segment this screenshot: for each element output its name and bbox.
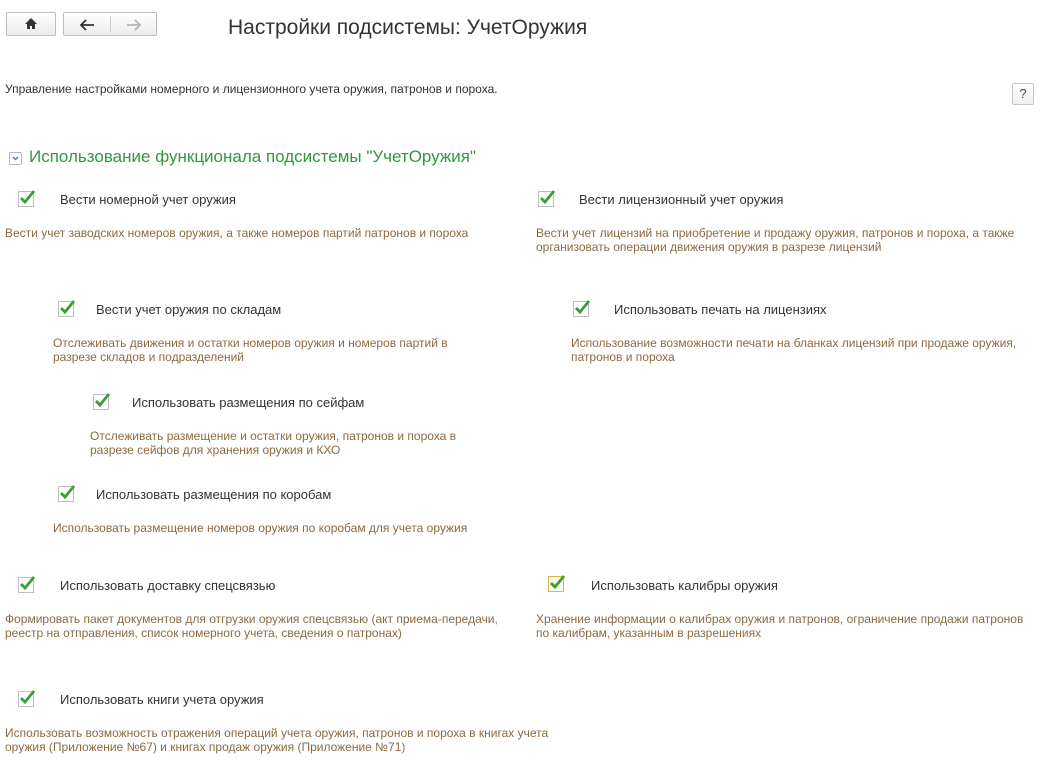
boxes-placement-checkbox[interactable] bbox=[58, 485, 76, 502]
warehouse-tracking-hint: Отслеживать движения и остатки номеров о… bbox=[53, 336, 448, 364]
calibers-hint: Хранение информации о калибрах оружия и … bbox=[536, 612, 1024, 640]
special-delivery-hint: Формировать пакет документов для отгрузк… bbox=[5, 612, 498, 640]
license-tracking-label[interactable]: Вести лицензионный учет оружия bbox=[579, 192, 783, 207]
checkmark-icon bbox=[20, 576, 36, 591]
boxes-placement-hint: Использовать размещение номеров оружия п… bbox=[53, 521, 468, 535]
serial-tracking-hint: Вести учет заводских номеров оружия, а т… bbox=[5, 226, 469, 240]
license-print-label[interactable]: Использовать печать на лицензиях bbox=[614, 302, 827, 317]
checkmark-icon bbox=[575, 300, 591, 315]
checkmark-icon bbox=[95, 393, 111, 408]
calibers-label[interactable]: Использовать калибры оружия bbox=[591, 578, 778, 593]
forward-button[interactable] bbox=[111, 13, 157, 35]
safes-placement-checkbox[interactable] bbox=[93, 393, 111, 410]
checkmark-icon bbox=[60, 485, 76, 500]
checkmark-icon bbox=[60, 300, 76, 315]
help-button[interactable]: ? bbox=[1012, 83, 1034, 105]
checkmark-icon bbox=[550, 575, 566, 590]
serial-tracking-checkbox[interactable] bbox=[18, 190, 36, 207]
weapon-books-hint: Использовать возможность отражения опера… bbox=[5, 726, 549, 754]
license-tracking-checkbox[interactable] bbox=[538, 190, 556, 207]
group-title: Использование функционала подсистемы "Уч… bbox=[29, 147, 476, 166]
weapon-books-checkbox[interactable] bbox=[18, 690, 36, 707]
weapon-books-label[interactable]: Использовать книги учета оружия bbox=[60, 692, 264, 707]
safes-placement-label[interactable]: Использовать размещения по сейфам bbox=[132, 395, 364, 410]
checkmark-icon bbox=[20, 190, 36, 205]
page-title: Настройки подсистемы: УчетОружия bbox=[228, 16, 588, 39]
special-delivery-label[interactable]: Использовать доставку спецсвязью bbox=[60, 578, 275, 593]
warehouse-tracking-checkbox[interactable] bbox=[58, 300, 76, 317]
page-description: Управление настройками номерного и лицен… bbox=[5, 82, 498, 96]
license-tracking-hint: Вести учет лицензий на приобретение и пр… bbox=[536, 226, 1015, 254]
serial-tracking-label[interactable]: Вести номерной учет оружия bbox=[60, 192, 236, 207]
license-print-hint: Использование возможности печати на блан… bbox=[571, 336, 1017, 364]
checkmark-icon bbox=[20, 690, 36, 705]
calibers-checkbox[interactable] bbox=[548, 575, 566, 592]
boxes-placement-label[interactable]: Использовать размещения по коробам bbox=[96, 487, 331, 502]
navigation-buttons bbox=[63, 12, 157, 36]
home-icon bbox=[24, 17, 38, 35]
home-button[interactable] bbox=[6, 12, 56, 36]
back-button[interactable] bbox=[64, 13, 110, 35]
group-collapse-toggle[interactable] bbox=[9, 152, 22, 165]
safes-placement-hint: Отслеживать размещение и остатки оружия,… bbox=[90, 429, 457, 457]
license-print-checkbox[interactable] bbox=[573, 300, 591, 317]
special-delivery-checkbox[interactable] bbox=[18, 576, 36, 593]
arrow-right-icon bbox=[126, 18, 142, 36]
warehouse-tracking-label[interactable]: Вести учет оружия по складам bbox=[96, 302, 281, 317]
chevron-down-icon bbox=[12, 156, 19, 161]
checkmark-icon bbox=[540, 190, 556, 205]
arrow-left-icon bbox=[79, 18, 95, 36]
